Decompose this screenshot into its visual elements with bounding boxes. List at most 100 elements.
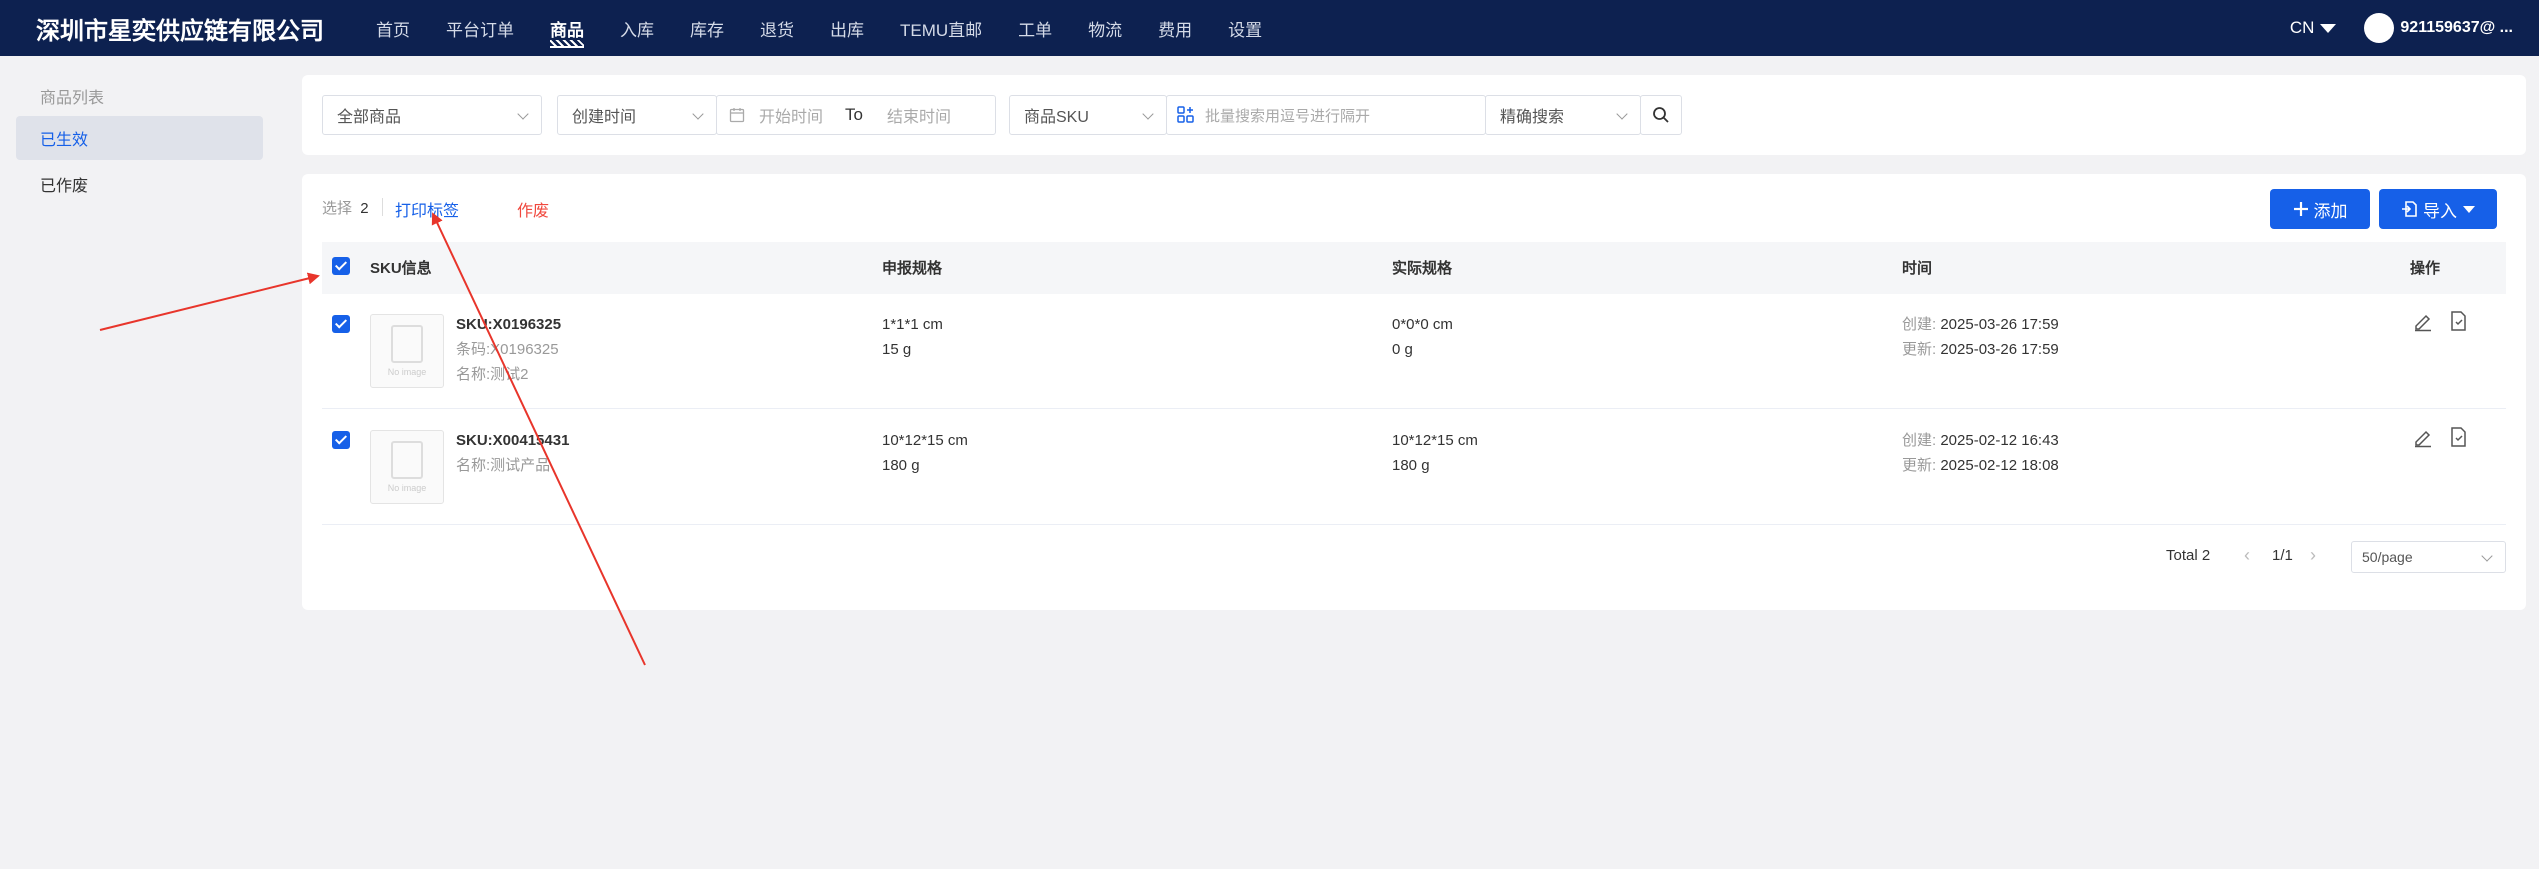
barcode: 条码:X0196325 <box>456 341 559 358</box>
total-count: Total 2 <box>2166 547 2211 564</box>
date-range-picker[interactable]: 开始时间 To 结束时间 <box>716 95 996 135</box>
avatar <box>2364 13 2395 43</box>
actual-spec: 0*0*0 cm 0 g <box>1392 312 1453 362</box>
nav-item-products[interactable]: 商品 <box>550 0 584 56</box>
chevron-down-icon <box>1616 108 1628 120</box>
product-name: 名称:测试2 <box>456 366 529 383</box>
top-nav-bar: 深圳市星奕供应链有限公司 首页 平台订单 商品 入库 库存 退货 出库 TEMU… <box>0 0 2539 56</box>
print-label-button[interactable]: 打印标签 <box>395 197 459 221</box>
main-nav: 首页 平台订单 商品 入库 库存 退货 出库 TEMU直邮 工单 物流 费用 设… <box>376 0 1298 56</box>
page-size-select[interactable]: 50/page <box>2351 541 2506 573</box>
match-mode-select[interactable]: 精确搜索 <box>1485 95 1641 135</box>
no-image-text: No image <box>387 367 427 377</box>
chevron-down-icon <box>1142 108 1154 120</box>
nav-item-outbound[interactable]: 出库 <box>830 0 864 56</box>
batch-search-input[interactable]: 批量搜索用逗号进行隔开 <box>1166 95 1486 135</box>
actual-size: 10*12*15 cm <box>1392 432 1478 449</box>
page-size-value: 50/page <box>2362 549 2413 565</box>
actual-weight: 0 g <box>1392 341 1413 358</box>
time-type-value: 创建时间 <box>572 109 637 126</box>
print-label-icon[interactable] <box>2447 310 2469 332</box>
search-field-value: 商品SKU <box>1024 109 1089 126</box>
goods-type-value: 全部商品 <box>337 109 402 126</box>
batch-search-placeholder: 批量搜索用逗号进行隔开 <box>1205 107 1371 125</box>
toolbar-divider <box>382 198 383 216</box>
edit-icon[interactable] <box>2412 310 2434 332</box>
nav-item-fees[interactable]: 费用 <box>1158 0 1192 56</box>
nav-item-logistics[interactable]: 物流 <box>1088 0 1122 56</box>
select-all-checkbox[interactable] <box>332 257 350 275</box>
time-type-select[interactable]: 创建时间 <box>557 95 717 135</box>
import-button[interactable]: 导入 <box>2379 189 2497 229</box>
row-checkbox[interactable] <box>332 315 350 333</box>
nav-item-inventory[interactable]: 库存 <box>690 0 724 56</box>
actual-spec: 10*12*15 cm 180 g <box>1392 428 1478 478</box>
start-date-input[interactable]: 开始时间 <box>759 103 823 127</box>
nav-item-tickets[interactable]: 工单 <box>1018 0 1052 56</box>
batch-list-icon <box>1177 106 1194 123</box>
goods-type-select[interactable]: 全部商品 <box>322 95 542 135</box>
nav-item-inbound[interactable]: 入库 <box>620 0 654 56</box>
time-info: 创建: 2025-03-26 17:59 更新: 2025-03-26 17:5… <box>1902 312 2059 362</box>
calendar-icon <box>729 108 745 123</box>
nav-item-home[interactable]: 首页 <box>376 0 410 56</box>
import-button-label: 导入 <box>2423 201 2457 221</box>
column-header-actions: 操作 <box>2410 260 2441 277</box>
nav-item-temu-direct[interactable]: TEMU直邮 <box>900 0 982 56</box>
nav-item-platform-orders[interactable]: 平台订单 <box>446 0 514 56</box>
sidebar-item-voided[interactable]: 已作废 <box>16 162 263 206</box>
plus-icon <box>2293 202 2308 216</box>
next-page-button[interactable]: › <box>2310 545 2316 566</box>
row-divider <box>322 408 2506 409</box>
column-header-sku: SKU信息 <box>370 260 432 277</box>
column-header-time: 时间 <box>1902 260 1933 277</box>
time-info: 创建: 2025-02-12 16:43 更新: 2025-02-12 18:0… <box>1902 428 2059 478</box>
prev-page-button[interactable]: ‹ <box>2244 545 2250 566</box>
sidebar-item-active[interactable]: 已生效 <box>16 116 263 160</box>
product-image-placeholder: No image <box>370 430 444 504</box>
sku-code: SKU:X0196325 <box>456 316 562 333</box>
page-indicator: 1/1 <box>2272 547 2293 564</box>
edit-icon[interactable] <box>2412 426 2434 448</box>
user-menu[interactable]: 921159637@ ... <box>2364 13 2513 43</box>
declared-size: 1*1*1 cm <box>882 316 943 333</box>
end-date-input[interactable]: 结束时间 <box>887 103 951 127</box>
created-time: 2025-02-12 16:43 <box>1940 432 2059 449</box>
sku-info: SKU:X00415431 名称:测试产品 <box>456 428 569 478</box>
filter-panel: 全部商品 创建时间 开始时间 To 结束时间 商品SKU 批量搜索用逗号进行隔开… <box>302 75 2526 155</box>
created-label: 创建: <box>1902 316 1937 333</box>
sidebar-title: 商品列表 <box>40 90 105 107</box>
void-button[interactable]: 作废 <box>517 197 549 221</box>
chevron-down-icon <box>517 108 529 120</box>
import-icon <box>2402 201 2417 217</box>
language-label: CN <box>2289 18 2315 37</box>
actual-weight: 180 g <box>1392 457 1430 474</box>
row-checkbox[interactable] <box>332 431 350 449</box>
nav-right: CN 921159637@ ... <box>2290 13 2513 43</box>
declared-spec: 10*12*15 cm 180 g <box>882 428 968 478</box>
updated-label: 更新: <box>1902 457 1937 474</box>
created-label: 创建: <box>1902 432 1937 449</box>
sidebar: 商品列表 已生效 已作废 <box>0 56 280 869</box>
search-button[interactable] <box>1640 95 1682 135</box>
declared-spec: 1*1*1 cm 15 g <box>882 312 943 362</box>
language-switcher[interactable]: CN <box>2290 18 2337 38</box>
selection-count: 2 <box>360 200 369 217</box>
match-mode-value: 精确搜索 <box>1500 109 1565 126</box>
nav-item-settings[interactable]: 设置 <box>1228 0 1262 56</box>
no-image-text: No image <box>387 483 427 493</box>
caret-down-icon <box>2463 205 2475 213</box>
search-field-select[interactable]: 商品SKU <box>1009 95 1167 135</box>
print-label-icon[interactable] <box>2447 426 2469 448</box>
caret-down-icon <box>2320 23 2337 33</box>
column-header-declared-spec: 申报规格 <box>882 260 943 277</box>
chevron-down-icon <box>2481 550 2493 562</box>
column-header-actual-spec: 实际规格 <box>1392 260 1453 277</box>
add-button[interactable]: 添加 <box>2270 189 2370 229</box>
sku-code: SKU:X00415431 <box>456 432 570 449</box>
row-divider <box>322 524 2506 525</box>
search-icon <box>1653 107 1669 123</box>
nav-item-returns[interactable]: 退货 <box>760 0 794 56</box>
brand-name: 深圳市星奕供应链有限公司 <box>36 17 324 45</box>
declared-size: 10*12*15 cm <box>882 432 968 449</box>
